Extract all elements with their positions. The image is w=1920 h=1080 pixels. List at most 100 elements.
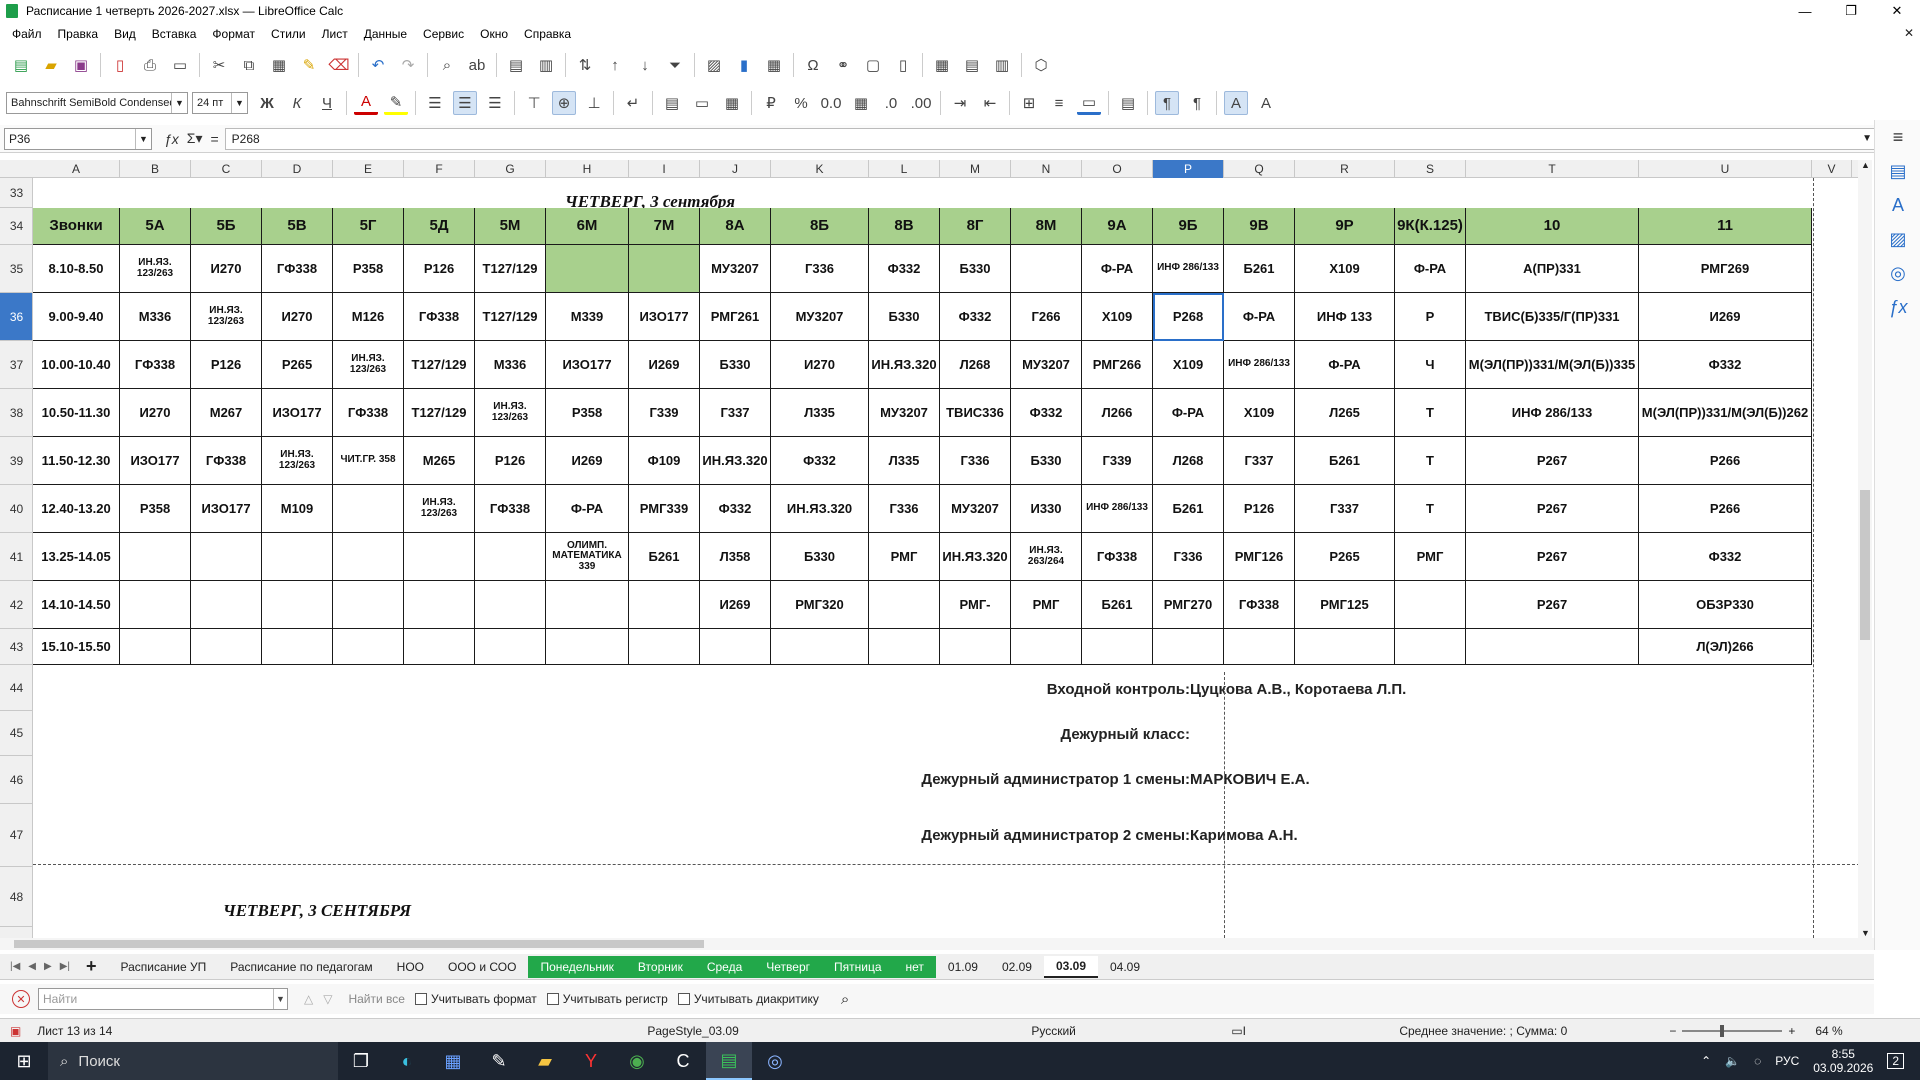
column-header[interactable]: I (629, 160, 700, 178)
language[interactable]: Русский (1031, 1024, 1231, 1038)
schedule-cell[interactable]: Ч (1395, 341, 1466, 389)
schedule-cell[interactable]: Ф332 (700, 485, 771, 533)
schedule-cell[interactable]: РМГ (869, 533, 940, 581)
schedule-cell[interactable]: РМГ266 (1082, 341, 1153, 389)
schedule-cell[interactable]: Б261 (1224, 245, 1295, 293)
styles-icon[interactable]: A (1875, 188, 1920, 222)
chrome-browser-icon[interactable]: ◉ (614, 1042, 660, 1080)
schedule-cell[interactable]: ЧИТ.ГР. 358 (333, 437, 404, 485)
schedule-cell[interactable]: Р266 (1639, 437, 1812, 485)
schedule-cell[interactable] (700, 629, 771, 665)
schedule-cell[interactable]: Б261 (1295, 437, 1395, 485)
column-header[interactable]: H (546, 160, 629, 178)
cut-icon[interactable]: ✂ (207, 53, 231, 77)
schedule-cell[interactable]: М(ЭЛ(ПР))331/М(ЭЛ(Б))262 (1639, 389, 1812, 437)
column-header[interactable]: L (869, 160, 940, 178)
taskbar-search[interactable]: ⌕ Поиск (48, 1042, 338, 1080)
align-left-icon[interactable]: ☰ (423, 91, 447, 115)
schedule-cell[interactable] (333, 485, 404, 533)
schedule-cell[interactable]: ИНФ 286/133 (1153, 245, 1224, 293)
schedule-cell[interactable]: Б261 (1082, 581, 1153, 629)
schedule-cell[interactable]: 9.00-9.40 (33, 293, 120, 341)
row-header[interactable]: 39 (0, 437, 32, 485)
column-header[interactable]: K (771, 160, 869, 178)
font-name-combo[interactable]: Bahnschrift SemiBold Condensed ▼ (6, 92, 188, 114)
row-header[interactable]: 33 (0, 178, 32, 208)
schedule-cell[interactable]: РМГ (1011, 581, 1082, 629)
schedule-cell[interactable]: Р267 (1466, 437, 1639, 485)
schedule-cell[interactable] (940, 629, 1011, 665)
schedule-cell[interactable]: МУ3207 (771, 293, 869, 341)
schedule-cell[interactable]: ИН.ЯЗ. 123/263 (404, 485, 475, 533)
schedule-cell[interactable]: РМГ270 (1153, 581, 1224, 629)
schedule-cell[interactable] (869, 581, 940, 629)
schedule-cell[interactable]: Б330 (771, 533, 869, 581)
schedule-cell[interactable]: Р126 (475, 437, 546, 485)
schedule-cell[interactable]: Ф-РА (1224, 293, 1295, 341)
first-sheet-icon[interactable]: |◀ (10, 961, 20, 972)
schedule-cell[interactable]: М(ЭЛ(ПР))331/М(ЭЛ(Б))335 (1466, 341, 1639, 389)
navigator-icon[interactable]: ◎ (1875, 256, 1920, 290)
network-icon[interactable]: ◌ (1754, 1054, 1761, 1068)
schedule-cell[interactable]: ИН.ЯЗ.320 (940, 533, 1011, 581)
schedule-cell[interactable] (1011, 629, 1082, 665)
expand-formula-icon[interactable]: ▼ (1862, 133, 1872, 144)
schedule-cell[interactable]: РМГ125 (1295, 581, 1395, 629)
row-header[interactable]: 48 (0, 867, 32, 927)
number-format-icon[interactable]: 0.0 (819, 91, 843, 115)
sheet-tab[interactable]: Расписание по педагогам (218, 956, 384, 978)
schedule-cell[interactable] (546, 629, 629, 665)
schedule-cell[interactable] (120, 581, 191, 629)
print-preview-icon[interactable]: ▭ (168, 53, 192, 77)
save-icon[interactable]: ▣ (69, 53, 93, 77)
right-to-left-icon[interactable]: ¶ (1185, 91, 1209, 115)
match-case-checkbox[interactable]: Учитывать регистр (546, 992, 668, 1006)
schedule-cell[interactable]: РМГ339 (629, 485, 700, 533)
schedule-cell[interactable]: ГФ338 (262, 245, 333, 293)
schedule-cell[interactable]: ИН.ЯЗ.320 (700, 437, 771, 485)
zoom-out-icon[interactable]: − (1669, 1024, 1676, 1038)
schedule-header-cell[interactable]: 9Б (1153, 208, 1224, 245)
schedule-cell[interactable] (333, 581, 404, 629)
column-header[interactable]: R (1295, 160, 1395, 178)
schedule-cell[interactable]: Т127/129 (475, 293, 546, 341)
schedule-cell[interactable]: Р268 (1153, 293, 1224, 341)
menu-item[interactable]: Стили (263, 27, 314, 41)
selection-mode-icon[interactable]: ▭I (1231, 1024, 1351, 1038)
schedule-cell[interactable]: Р126 (404, 245, 475, 293)
page-style[interactable]: PageStyle_03.09 (647, 1024, 947, 1038)
schedule-cell[interactable]: Ф332 (869, 245, 940, 293)
sort-ascending-icon[interactable]: ↑ (603, 53, 627, 77)
row-header[interactable]: 42 (0, 581, 32, 629)
schedule-cell[interactable]: ИНФ 286/133 (1082, 485, 1153, 533)
schedule-cell[interactable] (1224, 629, 1295, 665)
date-format-icon[interactable]: ▦ (849, 91, 873, 115)
undo-icon[interactable]: ↶ (366, 53, 390, 77)
schedule-cell[interactable]: ИЗО177 (120, 437, 191, 485)
schedule-cell[interactable]: Р265 (1295, 533, 1395, 581)
schedule-cell[interactable]: Ф332 (940, 293, 1011, 341)
checkbox-box[interactable] (414, 993, 427, 1005)
checkbox-box[interactable] (677, 993, 690, 1005)
row-header[interactable]: 43 (0, 629, 32, 665)
split-window-icon[interactable]: ▥ (990, 53, 1014, 77)
schedule-cell[interactable]: Ф332 (1639, 533, 1812, 581)
schedule-cell[interactable]: 8.10-8.50 (33, 245, 120, 293)
schedule-cell[interactable]: Б330 (1011, 437, 1082, 485)
schedule-cell[interactable]: Р266 (1639, 485, 1812, 533)
column-header[interactable]: Q (1224, 160, 1295, 178)
schedule-cell[interactable] (475, 629, 546, 665)
column-header[interactable]: F (404, 160, 475, 178)
schedule-cell[interactable] (404, 581, 475, 629)
sheet-tab[interactable]: ООО и СОО (436, 956, 528, 978)
schedule-cell[interactable]: ИЗО177 (262, 389, 333, 437)
align-bottom-icon[interactable]: ⊥ (582, 91, 606, 115)
chevron-down-icon[interactable]: ▼ (171, 93, 187, 113)
schedule-cell[interactable]: 10.00-10.40 (33, 341, 120, 389)
schedule-cell[interactable]: ИН.ЯЗ. 123/263 (191, 293, 262, 341)
border-style-icon[interactable]: ≡ (1047, 91, 1071, 115)
export-pdf-icon[interactable]: ▯ (108, 53, 132, 77)
schedule-cell[interactable]: М339 (546, 293, 629, 341)
unmerge-cells-icon[interactable]: ▦ (720, 91, 744, 115)
schedule-cell[interactable]: И269 (629, 341, 700, 389)
